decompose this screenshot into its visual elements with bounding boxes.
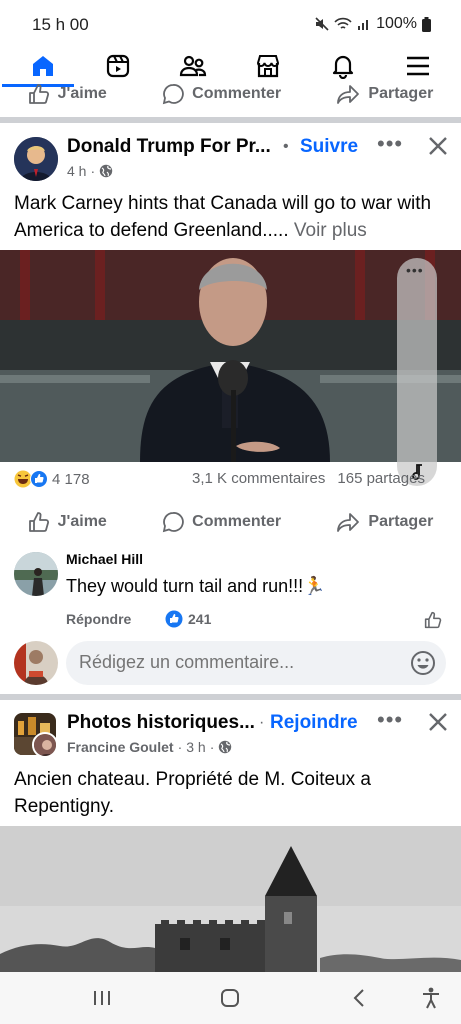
comment-button[interactable]: Commenter (162, 511, 281, 533)
like-reaction-icon (30, 470, 48, 488)
emoji-icon[interactable] (410, 650, 436, 676)
video-frame (0, 250, 461, 462)
tab-home[interactable] (23, 48, 63, 84)
like-label: J'aime (57, 85, 107, 102)
post-body: Ancien chateau. Propriété de M. Coiteux … (14, 769, 371, 817)
author-small-avatar[interactable] (32, 732, 58, 758)
battery-percent: 100% (376, 15, 417, 32)
like-label: J'aime (57, 513, 107, 530)
see-more-link[interactable]: Voir plus (294, 220, 367, 241)
post-photo[interactable] (0, 826, 461, 972)
meta-dot: · (259, 714, 265, 731)
share-button[interactable]: Partager (336, 83, 433, 105)
tab-notifications[interactable] (323, 48, 363, 84)
wifi-icon (334, 17, 352, 29)
signal-icon (358, 20, 369, 30)
commenter-avatar-image (14, 552, 58, 596)
status-bar: 15 h 00 100% (0, 0, 461, 46)
author-small-avatar-image (34, 734, 56, 756)
comment-likes[interactable]: 241 (165, 610, 211, 628)
music-overlay[interactable]: ••• (397, 258, 437, 486)
mute-icon (315, 17, 329, 31)
bell-icon (332, 55, 353, 79)
comment-icon (162, 512, 184, 533)
comment-text: They would turn tail and run!!!🏃 (66, 576, 326, 596)
tab-menu[interactable] (398, 48, 438, 84)
post-separator (0, 694, 461, 700)
thumbs-up-icon (28, 512, 49, 532)
status-time: 15 h 00 (32, 15, 89, 34)
user-avatar[interactable] (14, 641, 58, 685)
marketplace-icon (256, 55, 279, 78)
post-author[interactable]: Donald Trump For Pr... (67, 136, 271, 158)
engagement-counts: 3,1 K commentaires 165 partages (192, 470, 425, 487)
avatar-image (14, 137, 58, 181)
comment-button[interactable]: Commenter (162, 83, 281, 105)
comment-input[interactable] (79, 652, 399, 673)
post-text: Mark Carney hints that Canada will go to… (14, 190, 446, 244)
reply-button[interactable]: Répondre (66, 611, 131, 627)
comment-composer[interactable] (66, 641, 446, 685)
overlay-more-icon[interactable]: ••• (406, 262, 424, 278)
tab-friends[interactable] (173, 48, 213, 84)
post-author[interactable]: Francine Goulet (67, 739, 174, 755)
post-meta: 4 h · (67, 163, 113, 179)
share-label: Partager (368, 85, 434, 102)
friends-icon (179, 55, 207, 77)
globe-icon (99, 164, 113, 178)
globe-icon (219, 740, 232, 754)
more-options-button[interactable]: ••• (377, 707, 403, 733)
comment-like-count: 241 (188, 611, 212, 627)
accessibility-icon[interactable] (421, 987, 441, 1009)
post-separator (0, 117, 461, 123)
comment-label: Commenter (192, 513, 282, 530)
status-icons: 100% (315, 15, 431, 33)
home-icon (33, 56, 54, 76)
follow-button[interactable]: Suivre (300, 136, 358, 158)
recent-apps-icon[interactable] (92, 989, 112, 1007)
comment-label: Commenter (192, 85, 282, 102)
share-label: Partager (368, 513, 434, 530)
group-name[interactable]: Photos historiques... (67, 712, 255, 734)
share-icon (337, 85, 360, 104)
thumbs-up-icon (28, 84, 49, 104)
meta-dot: • (283, 138, 289, 155)
menu-icon (406, 56, 429, 76)
tab-marketplace[interactable] (248, 48, 288, 84)
post-body: Mark Carney hints that Canada will go to… (14, 193, 432, 241)
castle-photo (0, 826, 461, 972)
like-button[interactable]: J'aime (28, 83, 107, 105)
previous-post-actions: J'aime Commenter Partager (0, 80, 461, 114)
like-reaction-icon (165, 610, 183, 628)
share-button[interactable]: Partager (336, 511, 433, 533)
back-icon[interactable] (352, 988, 366, 1008)
commenter-avatar[interactable] (14, 552, 58, 596)
post-time: 4 h (67, 163, 87, 179)
comment-icon (162, 84, 184, 105)
post-actions: J'aime Commenter Partager (0, 504, 461, 540)
user-avatar-image (14, 641, 58, 685)
share-icon (337, 513, 360, 532)
tab-video[interactable] (98, 48, 138, 84)
video-icon (107, 54, 130, 78)
home-button-icon[interactable] (220, 988, 240, 1008)
close-icon[interactable] (428, 712, 448, 732)
reaction-summary[interactable]: 4 178 (14, 470, 90, 488)
battery-icon (422, 16, 431, 32)
post-time: 3 h (186, 739, 206, 755)
close-icon[interactable] (428, 136, 448, 156)
post-meta: Francine Goulet · 3 h · (67, 739, 232, 755)
commenter-name[interactable]: Michael Hill (66, 551, 143, 567)
shares-count[interactable]: 165 partages (337, 470, 425, 487)
comments-count[interactable]: 3,1 K commentaires (192, 470, 325, 487)
comment-like-button[interactable] (424, 611, 442, 629)
post-video[interactable] (0, 250, 461, 462)
like-button[interactable]: J'aime (28, 511, 107, 533)
join-button[interactable]: Rejoindre (270, 712, 358, 734)
author-avatar[interactable] (14, 137, 58, 181)
post-text: Ancien chateau. Propriété de M. Coiteux … (14, 766, 446, 820)
more-options-button[interactable]: ••• (377, 131, 403, 157)
system-navigation-bar (0, 972, 461, 1024)
reaction-count: 4 178 (52, 470, 90, 488)
